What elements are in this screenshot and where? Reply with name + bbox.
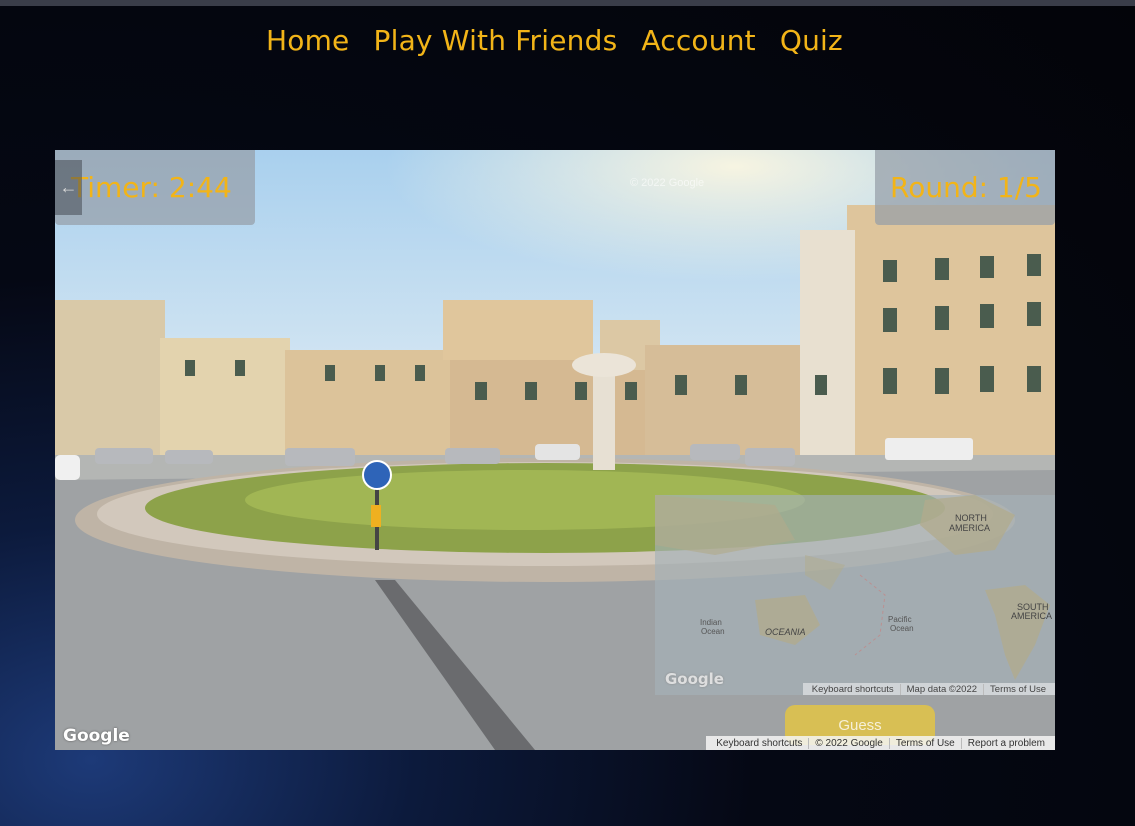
nav-play-with-friends-link[interactable]: Play With Friends [374, 22, 618, 60]
svg-text:OCEANIA: OCEANIA [765, 627, 806, 637]
nav-home-link[interactable]: Home [266, 22, 350, 60]
copyright-text: © 2022 Google [808, 737, 888, 749]
minimap-shortcuts-link[interactable]: Keyboard shortcuts [806, 684, 900, 695]
minimap-attribution: Keyboard shortcuts Map data ©2022 Terms … [802, 683, 1055, 695]
minimap-terms-link[interactable]: Terms of Use [983, 683, 1052, 695]
panorama-watermark: © 2022 Google [630, 177, 705, 189]
round-display: Round: 1/5 [875, 150, 1055, 225]
google-logo: Google [63, 726, 130, 746]
report-problem-link[interactable]: Report a problem [960, 737, 1051, 749]
keyboard-shortcuts-link[interactable]: Keyboard shortcuts [710, 738, 808, 749]
svg-text:PacificOcean: Pacific Ocean [888, 615, 914, 633]
nav-quiz-link[interactable]: Quiz [780, 22, 843, 60]
svg-text:SOUTHAMERICA: SOUTH AMERICA [1011, 602, 1052, 621]
svg-text:IndianOcean: Indian Ocean [700, 618, 725, 636]
world-map-graphic[interactable]: NORTH AMERICA SOUTH AMERICA OCEANIA Indian… [655, 495, 1055, 695]
round-text: Round: 1/5 [890, 171, 1042, 204]
nav-account-link[interactable]: Account [641, 22, 755, 60]
main-nav: Home Play With Friends Account Quiz [266, 22, 843, 60]
svg-text:NORTHAMERICA: NORTH AMERICA [949, 513, 990, 533]
game-panel: © 2022 Google Timer: 2:44 ← Round: 1/5 N… [55, 150, 1055, 750]
timer-text: Timer: 2:44 [71, 171, 232, 204]
terms-link[interactable]: Terms of Use [888, 737, 961, 749]
panorama-attribution: Keyboard shortcuts © 2022 Google Terms o… [706, 736, 1055, 750]
browser-top-strip [0, 0, 1135, 6]
minimap-google-logo: Google [665, 670, 724, 688]
back-arrow-icon[interactable]: ← [55, 160, 82, 215]
guess-minimap[interactable]: NORTH AMERICA SOUTH AMERICA OCEANIA Indian… [655, 495, 1055, 695]
minimap-mapdata-text: Map data ©2022 [899, 683, 983, 695]
timer-display: Timer: 2:44 [55, 150, 255, 225]
